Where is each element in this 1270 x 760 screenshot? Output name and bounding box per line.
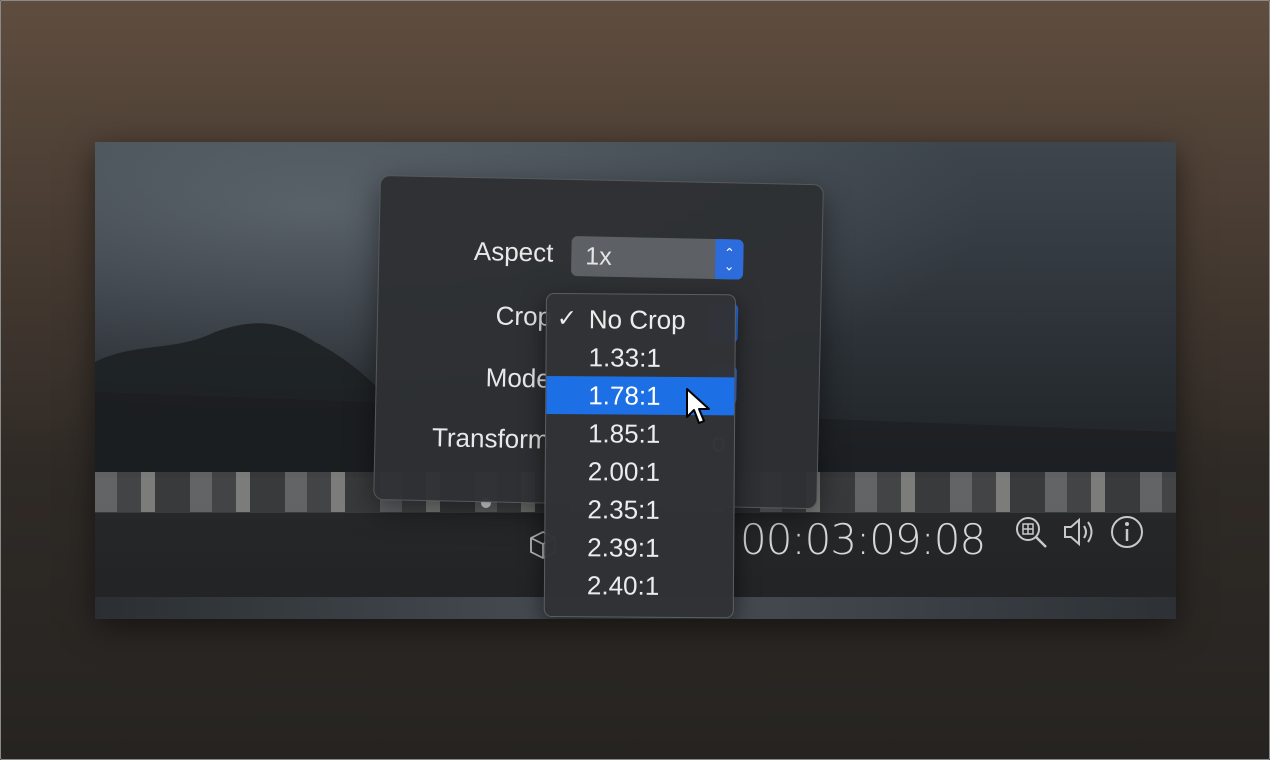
menu-item-label: 1.85:1	[587, 418, 661, 449]
menu-item-label: 1.33:1	[588, 342, 661, 373]
menu-item-label: 2.35:1	[587, 494, 660, 525]
aspect-label: Aspect	[473, 235, 554, 268]
mode-label: Mode	[485, 362, 552, 394]
menu-item-label: 2.40:1	[586, 570, 660, 601]
menu-item-2-00[interactable]: 2.00:1	[546, 452, 734, 491]
chevron-updown-icon: ⌃ ⌄	[714, 239, 744, 280]
menu-item-2-39[interactable]: 2.39:1	[545, 528, 733, 567]
menu-item-label: 2.39:1	[587, 532, 660, 563]
aspect-value: 1x	[585, 242, 613, 271]
menu-item-2-40[interactable]: 2.40:1	[545, 566, 733, 605]
timecode-display: 00:03:09:08	[740, 515, 986, 564]
checkmark-icon: ✓	[556, 305, 578, 333]
crop-dropdown-menu: ✓ No Crop 1.33:1 1.78:1 1.85:1 2.00:1 2.…	[543, 293, 736, 619]
menu-item-label: 2.00:1	[587, 456, 661, 487]
video-player-window: 00:03:09:08 Aspect 1x ⌃ ⌄ Crop Mode Trans…	[95, 142, 1176, 619]
info-icon[interactable]	[1109, 514, 1145, 550]
volume-icon[interactable]	[1061, 514, 1097, 550]
menu-item-label: No Crop	[588, 304, 686, 335]
transform-label: Transform	[431, 422, 550, 455]
mouse-pointer-icon	[686, 388, 710, 424]
menu-item-1-33[interactable]: 1.33:1	[546, 338, 734, 377]
menu-item-no-crop[interactable]: ✓ No Crop	[547, 300, 735, 339]
zoom-icon[interactable]	[1013, 514, 1049, 550]
crop-label: Crop	[495, 300, 553, 332]
menu-item-label: 1.78:1	[588, 380, 661, 411]
aspect-popup-button[interactable]: 1x ⌃ ⌄	[570, 236, 744, 280]
menu-item-2-35[interactable]: 2.35:1	[545, 490, 733, 529]
